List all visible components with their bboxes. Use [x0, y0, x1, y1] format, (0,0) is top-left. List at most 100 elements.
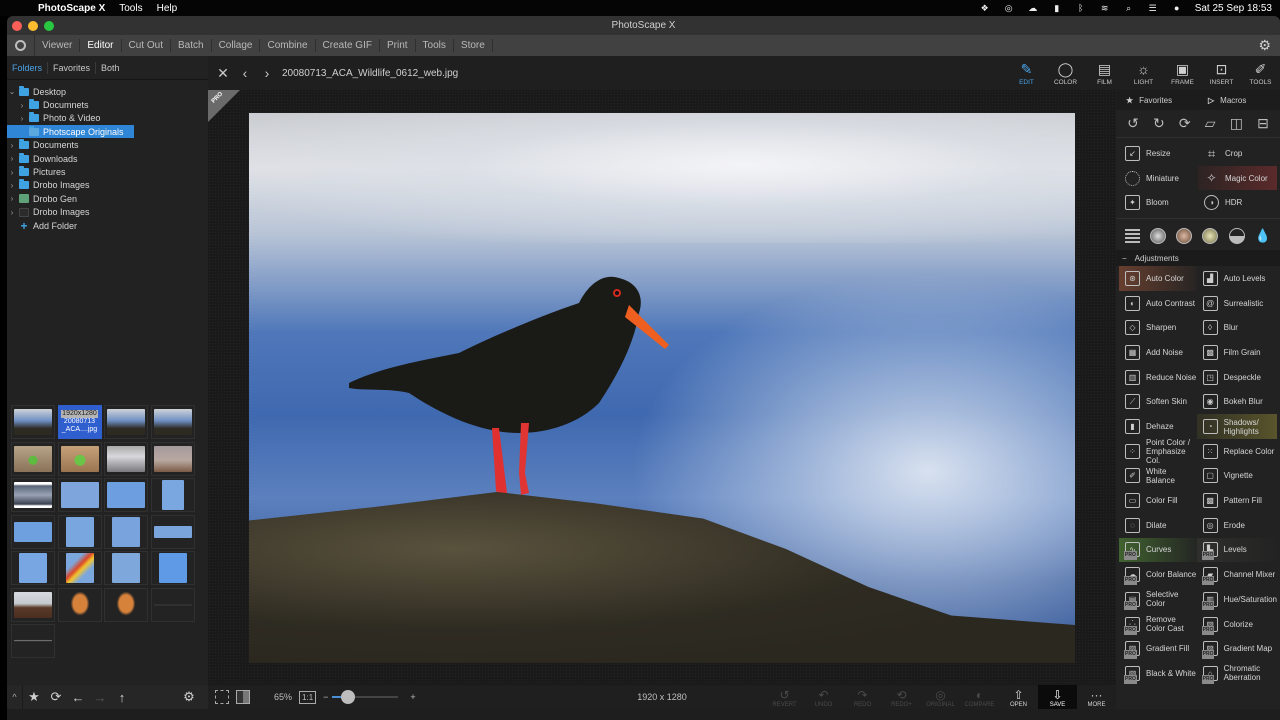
thumbnail[interactable] [150, 551, 195, 585]
dropbox-icon[interactable]: ❖ [979, 3, 991, 13]
chevron-right-icon[interactable]: › [7, 168, 17, 177]
tab-editor[interactable]: Editor [80, 39, 122, 52]
dehaze-tool[interactable]: ▮ Dehaze [1119, 414, 1197, 439]
erode-tool[interactable]: ◎ Erode [1197, 513, 1277, 538]
filter-gray-icon[interactable] [1150, 228, 1167, 245]
tree-item-drobo-gen[interactable]: › Drobo Gen [7, 192, 208, 205]
actual-size-button[interactable]: 1:1 [299, 690, 317, 704]
vignette-tool[interactable]: ▢ Vignette [1197, 464, 1277, 489]
filter-warm-icon[interactable] [1202, 228, 1219, 245]
color-fill-tool[interactable]: ▭ Color Fill [1119, 488, 1197, 513]
hue-saturation-tool[interactable]: ▥ Hue/Saturation [1197, 587, 1277, 612]
tab-cut-out[interactable]: Cut Out [122, 39, 171, 52]
tree-item-downloads[interactable]: › Downloads [7, 152, 208, 165]
black-white-tool[interactable]: ▧ Black & White [1119, 661, 1197, 686]
fit-selection-icon[interactable] [215, 690, 229, 704]
zoom-window-button[interactable] [44, 20, 54, 31]
tab-light[interactable]: ☼ LIGHT [1124, 56, 1163, 90]
battery-app-icon[interactable]: ▮ [1051, 3, 1063, 13]
auto-color-tool[interactable]: ⊛ Auto Color [1119, 266, 1197, 291]
minimize-window-button[interactable] [28, 20, 38, 31]
chevron-down-icon[interactable]: ⌄ [7, 87, 17, 96]
tree-item-pictures[interactable]: › Pictures [7, 165, 208, 178]
channel-mixer-tool[interactable]: ▰ Channel Mixer [1197, 562, 1277, 587]
thumbnail[interactable] [150, 478, 195, 512]
bokeh-blur-tool[interactable]: ◉ Bokeh Blur [1197, 390, 1277, 415]
blur-tool[interactable]: ◊ Blur [1197, 315, 1277, 340]
despeckle-tool[interactable]: ◳ Despeckle [1197, 365, 1277, 390]
thumbnail[interactable] [104, 587, 148, 622]
resize-tool[interactable]: ↙ Resize [1119, 141, 1198, 166]
tree-item-documnets[interactable]: › Documnets [7, 98, 208, 111]
tab-viewer[interactable]: Viewer [35, 39, 81, 52]
more-button[interactable]: ··· MORE [1077, 685, 1116, 709]
levels-tool[interactable]: ▙ Levels [1196, 537, 1277, 563]
list-icon[interactable] [1125, 228, 1141, 244]
tab-film[interactable]: ▤ FILM [1085, 56, 1124, 90]
tab-color[interactable]: ◯ COLOR [1046, 56, 1085, 90]
auto-levels-tool[interactable]: ▟ Auto Levels [1197, 266, 1277, 291]
open-button[interactable]: ⇧ OPEN [999, 685, 1038, 709]
add-folder-button[interactable]: + Add Folder [7, 219, 208, 232]
thumbnail[interactable] [104, 551, 148, 585]
flip-vertical-icon[interactable]: ⊟ [1257, 115, 1269, 132]
cloud-upload-icon[interactable]: ☁ [1027, 3, 1039, 13]
up-arrow-icon[interactable]: ↑ [111, 690, 133, 705]
revert-button[interactable]: ↺ REVERT [765, 685, 804, 709]
spotlight-search-icon[interactable]: ⌕ [1123, 3, 1135, 13]
drop-icon[interactable]: 💧 [1255, 228, 1271, 244]
tree-item-drobo-images-drive[interactable]: › Drobo Images [7, 206, 208, 219]
rotate-right-icon[interactable]: ↻ [1153, 115, 1165, 132]
film-grain-tool[interactable]: ▩ Film Grain [1197, 340, 1277, 365]
wifi-icon[interactable]: ≋ [1099, 3, 1111, 13]
curves-tool[interactable]: ∿ Curves [1119, 537, 1197, 563]
thumbnail[interactable] [57, 587, 102, 622]
macros-button[interactable]: ▷ Macros [1198, 96, 1280, 105]
refresh-icon[interactable]: ⟳ [45, 689, 67, 705]
thumbnail[interactable] [11, 405, 55, 439]
filter-half-icon[interactable] [1228, 228, 1245, 245]
sidebar-tab-folders[interactable]: Folders [7, 61, 49, 74]
gradient-map-tool[interactable]: ▨ Gradient Map [1197, 636, 1277, 661]
tab-frame[interactable]: ▣ FRAME [1163, 56, 1202, 90]
crop-tool[interactable]: ⌗ Crop [1198, 141, 1277, 166]
photo[interactable] [249, 113, 1075, 663]
close-window-button[interactable] [12, 20, 22, 31]
gear-icon[interactable]: ⚙ [178, 689, 200, 705]
bloom-tool[interactable]: ✦ Bloom [1119, 190, 1198, 215]
zoom-slider[interactable] [332, 690, 399, 704]
tree-item-desktop[interactable]: ⌄ Desktop [7, 85, 208, 98]
bluetooth-icon[interactable]: ᛒ [1075, 3, 1087, 13]
chevron-right-icon[interactable]: › [258, 65, 276, 81]
thumbnail[interactable] [104, 405, 148, 439]
thumbnail[interactable] [57, 441, 102, 476]
tab-batch[interactable]: Batch [171, 39, 212, 52]
adjustments-header[interactable]: − Adjustments [1116, 250, 1280, 267]
replace-color-tool[interactable]: ⁙ Replace Color [1197, 439, 1277, 464]
thumbnail[interactable] [150, 514, 195, 549]
redo-plus-button[interactable]: ⟲ REDO+ [882, 685, 921, 709]
auto-contrast-tool[interactable]: ◐ Auto Contrast [1119, 291, 1197, 316]
pattern-fill-tool[interactable]: ▩ Pattern Fill [1197, 488, 1277, 513]
control-center-icon[interactable]: ☰ [1147, 3, 1159, 13]
collapse-minus-icon[interactable]: − [1122, 254, 1127, 263]
add-noise-tool[interactable]: ▦ Add Noise [1119, 340, 1197, 365]
chevron-right-icon[interactable]: › [7, 208, 17, 217]
favorites-button[interactable]: ★ Favorites [1116, 96, 1198, 105]
point-color-tool[interactable]: ⁘ Point Color / Emphasize Col. [1119, 438, 1197, 465]
chevron-right-icon[interactable]: › [7, 181, 17, 190]
thumbnail[interactable] [150, 405, 195, 439]
gradient-fill-tool[interactable]: ▨ Gradient Fill [1119, 636, 1197, 661]
app-menu[interactable]: PhotoScape X [38, 3, 105, 14]
tree-item-photscape-originals[interactable]: Photscape Originals [7, 125, 208, 139]
close-icon[interactable]: ✕ [214, 65, 232, 82]
chevron-left-icon[interactable]: ‹ [236, 65, 254, 81]
tab-tools[interactable]: Tools [416, 39, 454, 52]
tab-create-gif[interactable]: Create GIF [316, 39, 380, 52]
app-logo-icon[interactable] [7, 35, 35, 56]
thumbnail[interactable] [150, 441, 195, 476]
tree-item-photo-video[interactable]: › Photo & Video [7, 112, 208, 125]
zoom-slider-handle[interactable] [341, 690, 356, 704]
tab-combine[interactable]: Combine [260, 39, 316, 52]
surrealistic-tool[interactable]: @ Surrealistic [1197, 291, 1277, 316]
